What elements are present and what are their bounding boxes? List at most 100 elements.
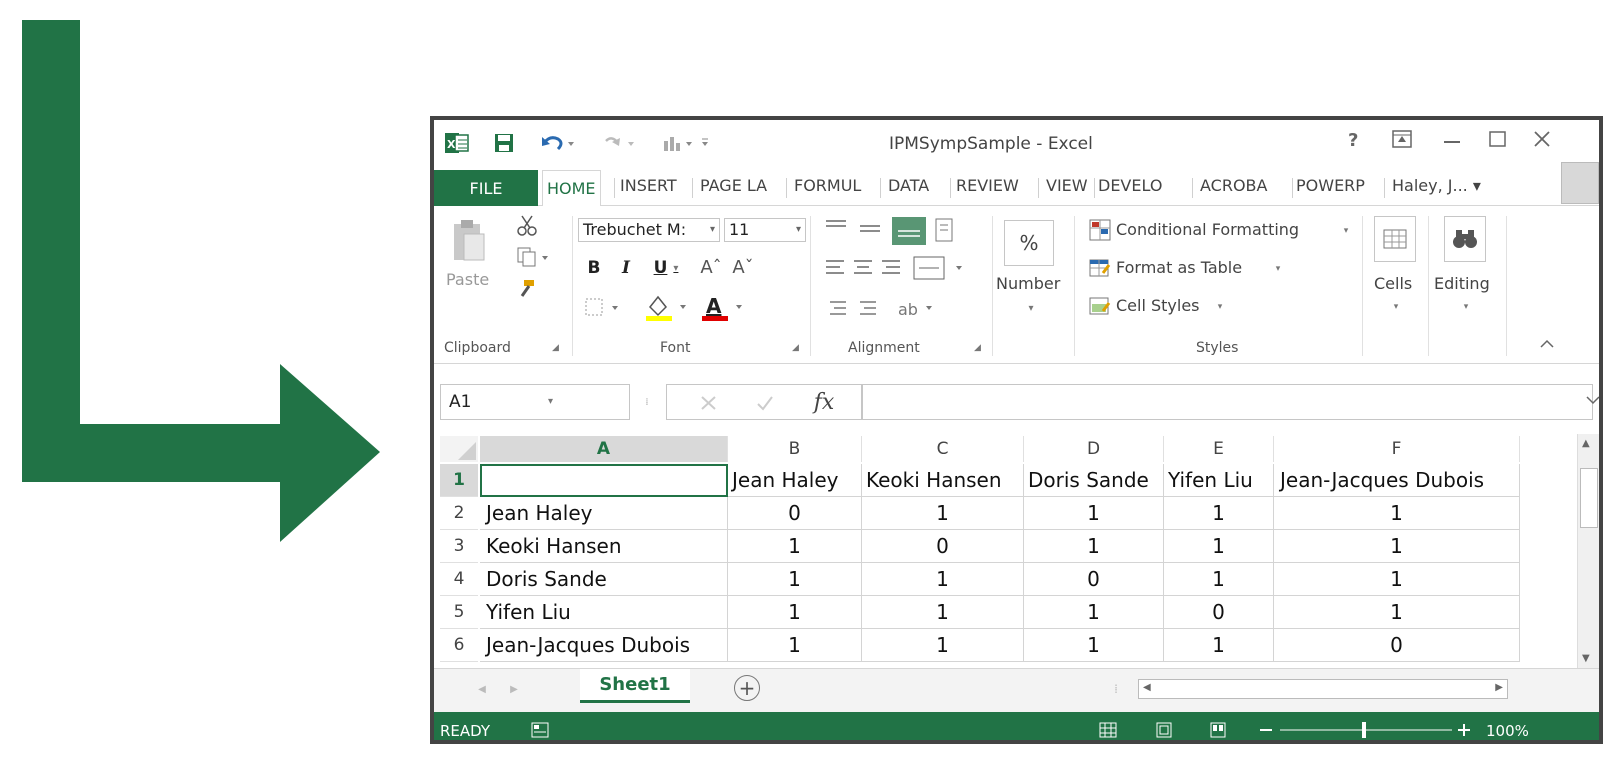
- tab-page-layout[interactable]: PAGE LA: [700, 176, 767, 195]
- tab-data[interactable]: DATA: [888, 176, 929, 195]
- column-header-a[interactable]: A: [480, 436, 728, 462]
- copy-icon[interactable]: [514, 244, 554, 270]
- confirm-entry-icon[interactable]: [753, 391, 777, 415]
- paste-icon[interactable]: [448, 216, 488, 266]
- zoom-level[interactable]: 100%: [1486, 722, 1529, 740]
- name-box[interactable]: A1 ▾: [440, 384, 630, 420]
- format-as-table-icon[interactable]: [1088, 256, 1112, 280]
- vertical-scroll-thumb[interactable]: [1580, 468, 1598, 528]
- row-header-1[interactable]: 1: [440, 464, 478, 497]
- scroll-sheets-right-icon[interactable]: ▶: [506, 681, 522, 697]
- maximize-button[interactable]: [1488, 130, 1508, 153]
- page-layout-view-icon[interactable]: [1154, 720, 1174, 740]
- clipboard-launcher-icon[interactable]: ◢: [552, 343, 559, 353]
- alignment-launcher-icon[interactable]: ◢: [974, 343, 981, 353]
- sheet-tab-sheet1[interactable]: Sheet1: [580, 669, 690, 703]
- cells-icon[interactable]: [1374, 216, 1416, 262]
- increase-font-icon[interactable]: Aˆ: [698, 254, 724, 280]
- normal-view-icon[interactable]: [1098, 720, 1118, 740]
- paste-button[interactable]: Paste: [446, 270, 489, 289]
- scroll-right-icon[interactable]: ▶: [1495, 682, 1503, 693]
- cell-styles-dropdown-icon[interactable]: ▾: [1214, 302, 1226, 312]
- tab-home[interactable]: HOME: [542, 170, 601, 207]
- cell-d3[interactable]: 1: [1024, 530, 1164, 563]
- scroll-down-icon[interactable]: ▼: [1582, 653, 1590, 664]
- tab-view[interactable]: VIEW: [1046, 176, 1088, 195]
- save-icon[interactable]: [492, 132, 516, 154]
- cell-f5[interactable]: 1: [1274, 596, 1520, 629]
- font-size-combo[interactable]: 11 ▾: [724, 218, 806, 242]
- format-table-dropdown-icon[interactable]: ▾: [1272, 264, 1284, 274]
- new-sheet-plus-icon[interactable]: +: [734, 675, 760, 701]
- number-format-icon[interactable]: %: [1004, 220, 1054, 266]
- cell-f2[interactable]: 1: [1274, 497, 1520, 530]
- bold-icon[interactable]: B: [584, 256, 604, 280]
- borders-icon[interactable]: [582, 294, 628, 320]
- cell-d5[interactable]: 1: [1024, 596, 1164, 629]
- number-dropdown-icon[interactable]: ▾: [1024, 302, 1038, 314]
- avatar[interactable]: [1561, 162, 1599, 204]
- font-color-icon[interactable]: A: [698, 292, 750, 322]
- cell-a5[interactable]: Yifen Liu: [480, 596, 728, 629]
- cut-icon[interactable]: [514, 212, 540, 238]
- cell-d6[interactable]: 1: [1024, 629, 1164, 662]
- row-header-3[interactable]: 3: [440, 530, 478, 563]
- cell-e2[interactable]: 1: [1164, 497, 1274, 530]
- tab-insert[interactable]: INSERT: [620, 176, 677, 195]
- cell-c2[interactable]: 1: [862, 497, 1024, 530]
- number-button[interactable]: Number: [996, 274, 1060, 293]
- conditional-formatting-icon[interactable]: [1088, 218, 1112, 242]
- cell-a2[interactable]: Jean Haley: [480, 497, 728, 530]
- column-header-f[interactable]: F: [1274, 436, 1520, 462]
- underline-icon[interactable]: U ▾: [646, 256, 686, 280]
- scroll-sheets-left-icon[interactable]: ◀: [474, 681, 490, 697]
- ribbon-display-options-button[interactable]: [1392, 130, 1412, 153]
- italic-icon[interactable]: I: [616, 256, 636, 280]
- row-header-4[interactable]: 4: [440, 563, 478, 596]
- quick-access-customize-icon[interactable]: [660, 132, 716, 154]
- cell-d4[interactable]: 0: [1024, 563, 1164, 596]
- tab-file[interactable]: FILE: [434, 170, 538, 206]
- cell-c5[interactable]: 1: [862, 596, 1024, 629]
- select-all-corner[interactable]: [440, 436, 478, 462]
- scroll-up-icon[interactable]: ▲: [1582, 438, 1590, 449]
- column-header-b[interactable]: B: [728, 436, 862, 462]
- tab-acrobat[interactable]: ACROBA: [1200, 176, 1267, 195]
- insert-function-icon[interactable]: fx: [807, 387, 841, 417]
- cell-f1[interactable]: Jean-Jacques Dubois: [1274, 464, 1520, 497]
- tab-review[interactable]: REVIEW: [956, 176, 1019, 195]
- editing-button[interactable]: Editing: [1434, 274, 1490, 293]
- cell-b1[interactable]: Jean Haley: [728, 464, 862, 497]
- collapse-ribbon-icon[interactable]: [1538, 336, 1556, 352]
- cell-d1[interactable]: Doris Sande: [1024, 464, 1164, 497]
- cell-e3[interactable]: 1: [1164, 530, 1274, 563]
- cell-b5[interactable]: 1: [728, 596, 862, 629]
- column-header-e[interactable]: E: [1164, 436, 1274, 462]
- cell-b3[interactable]: 1: [728, 530, 862, 563]
- editing-dropdown-icon[interactable]: ▾: [1460, 302, 1472, 312]
- cell-a1[interactable]: [480, 464, 728, 497]
- close-button[interactable]: [1532, 130, 1552, 153]
- cell-a3[interactable]: Keoki Hansen: [480, 530, 728, 563]
- macro-recording-icon[interactable]: [530, 720, 550, 740]
- cells-button[interactable]: Cells: [1374, 274, 1412, 293]
- cell-c1[interactable]: Keoki Hansen: [862, 464, 1024, 497]
- cell-e6[interactable]: 1: [1164, 629, 1274, 662]
- cell-f6[interactable]: 0: [1274, 629, 1520, 662]
- user-account[interactable]: Haley, J... ▾: [1392, 176, 1481, 195]
- cell-styles-icon[interactable]: [1088, 294, 1112, 318]
- alignment-top-row-icons[interactable]: [820, 214, 980, 248]
- split-grip-icon[interactable]: ⁞: [1110, 679, 1122, 699]
- cell-e1[interactable]: Yifen Liu: [1164, 464, 1274, 497]
- alignment-bottom-row-icons[interactable]: ab: [820, 292, 950, 324]
- fill-color-icon[interactable]: [642, 292, 694, 322]
- horizontal-scrollbar[interactable]: ◀ ▶: [1138, 679, 1508, 699]
- help-button[interactable]: ?: [1348, 130, 1358, 151]
- cell-b4[interactable]: 1: [728, 563, 862, 596]
- row-header-6[interactable]: 6: [440, 629, 478, 662]
- cell-d2[interactable]: 1: [1024, 497, 1164, 530]
- cell-b2[interactable]: 0: [728, 497, 862, 530]
- expand-formula-bar-icon[interactable]: [1585, 392, 1599, 408]
- cell-f3[interactable]: 1: [1274, 530, 1520, 563]
- tab-formulas[interactable]: FORMUL: [794, 176, 861, 195]
